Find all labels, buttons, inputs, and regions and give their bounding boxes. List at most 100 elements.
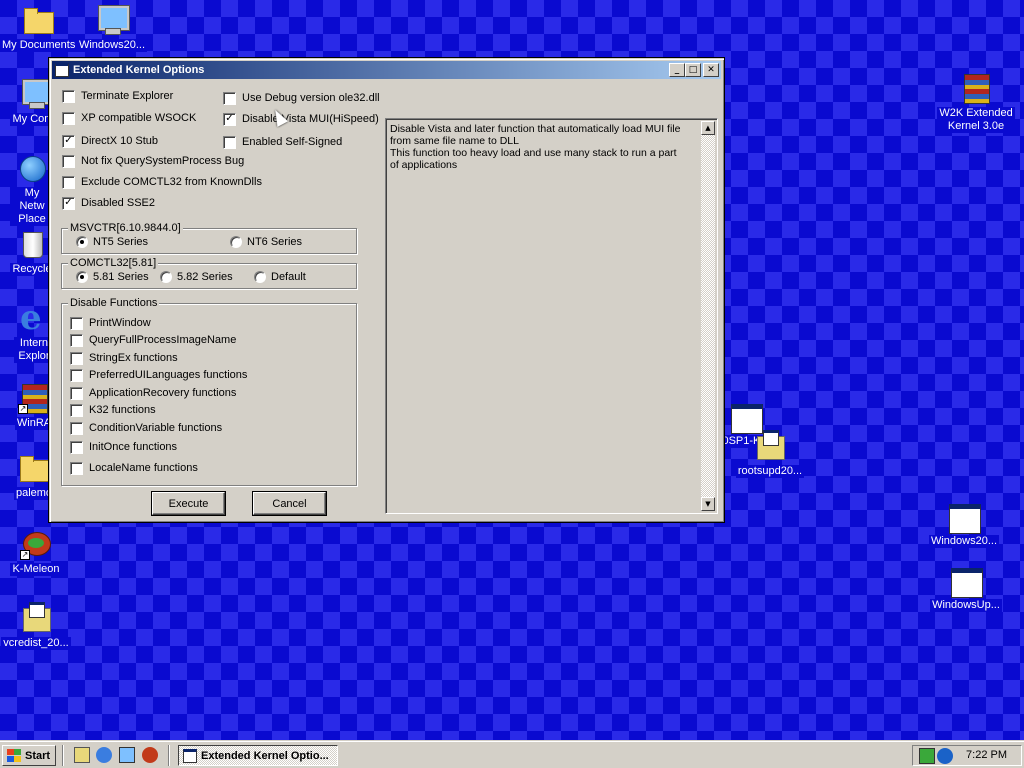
- cancel-button[interactable]: Cancel: [253, 492, 326, 515]
- desktop-icon-my-documents[interactable]: My Documents: [0, 4, 78, 52]
- installer-icon: [754, 430, 786, 462]
- checkbox-label: ApplicationRecovery functions: [89, 387, 237, 399]
- checkbox-disable-vista-mui[interactable]: ✓ Disable Vista MUI(HiSpeed): [223, 112, 379, 126]
- checkbox-k32-functions[interactable]: K32 functions: [70, 403, 156, 417]
- internet-explorer-quicklaunch-icon[interactable]: [96, 747, 112, 763]
- checkbox-not-fix-query[interactable]: Not fix QuerySystemProcess Bug: [62, 154, 244, 168]
- safely-remove-hardware-icon[interactable]: [919, 748, 935, 764]
- checkbox-printwindow[interactable]: PrintWindow: [70, 316, 151, 330]
- checkbox-applicationrecovery[interactable]: ApplicationRecovery functions: [70, 386, 236, 400]
- archive-icon: [960, 72, 992, 104]
- group-title: MSVCTR[6.10.9844.0]: [68, 221, 183, 235]
- desktop-icon-vcredist[interactable]: vcredist_20...: [0, 602, 74, 650]
- radio-label: 5.81 Series: [93, 271, 149, 283]
- desktop-icon-w2k-extended-kernel[interactable]: W2K Extended Kernel 3.0e: [936, 72, 1016, 133]
- desktop-icon-rootsupd[interactable]: rootsupd20...: [732, 430, 808, 478]
- checkbox-xp-wsock[interactable]: XP compatible WSOCK: [62, 111, 196, 125]
- checkbox-directx10-stub[interactable]: ✓ DirectX 10 Stub: [62, 134, 158, 148]
- checkbox-label: Exclude COMCTL32 from KnownDlls: [81, 176, 262, 188]
- desktop-icon-label: My Documents: [0, 39, 78, 52]
- checkbox-queryfullprocessimagename[interactable]: QueryFullProcessImageName: [70, 333, 236, 347]
- checkbox-box[interactable]: [70, 403, 83, 417]
- browser-quicklaunch-icon[interactable]: [142, 747, 158, 763]
- radio-nt5-series[interactable]: NT5 Series: [76, 235, 148, 249]
- checkbox-localename[interactable]: LocaleName functions: [70, 461, 198, 475]
- minimize-button[interactable]: _: [669, 63, 685, 77]
- checkbox-box[interactable]: [62, 89, 75, 103]
- checkbox-box[interactable]: [70, 440, 83, 454]
- execute-button[interactable]: Execute: [152, 492, 225, 515]
- checkbox-box[interactable]: [70, 316, 83, 330]
- checkbox-label: Disable Vista MUI(HiSpeed): [242, 113, 379, 125]
- checkbox-conditionvariable[interactable]: ConditionVariable functions: [70, 421, 222, 435]
- extended-kernel-options-window: Extended Kernel Options _ □ ✕ Terminate …: [48, 57, 725, 523]
- checkbox-box[interactable]: [70, 386, 83, 400]
- maximize-button[interactable]: □: [685, 63, 701, 77]
- description-memo[interactable]: Disable Vista and later function that au…: [385, 118, 718, 514]
- radio-default[interactable]: Default: [254, 270, 306, 284]
- checkbox-label: Use Debug version ole32.dll: [242, 92, 380, 104]
- radio-button[interactable]: [230, 236, 242, 248]
- checkbox-box-checked[interactable]: ✓: [223, 112, 236, 126]
- taskbar-separator: [168, 745, 170, 766]
- desktop-icon-windows20-b[interactable]: Windows20...: [926, 500, 1002, 548]
- checkbox-box[interactable]: [62, 175, 75, 189]
- checkbox-box[interactable]: [70, 461, 83, 475]
- desktop-icon-windows20-a[interactable]: Windows20...: [74, 4, 150, 52]
- radio-label: NT5 Series: [93, 236, 149, 248]
- title-bar[interactable]: Extended Kernel Options _ □ ✕: [52, 61, 721, 79]
- vertical-scrollbar[interactable]: ▲ ▼: [701, 121, 715, 511]
- close-button[interactable]: ✕: [703, 63, 719, 77]
- radio-button[interactable]: [160, 271, 172, 283]
- show-desktop-icon[interactable]: [74, 747, 90, 763]
- checkbox-box[interactable]: [62, 154, 75, 168]
- checkbox-label: Disabled SSE2: [81, 197, 155, 209]
- checkbox-box[interactable]: [62, 111, 75, 125]
- checkbox-box[interactable]: [223, 135, 236, 149]
- scroll-up-arrow-icon[interactable]: ▲: [701, 121, 715, 135]
- desktop-icon-label: rootsupd20...: [735, 465, 805, 478]
- desktop-icon-label: W2K Extended Kernel 3.0e: [937, 107, 1015, 133]
- checkbox-box[interactable]: [70, 351, 83, 365]
- k-meleon-icon: ↗: [20, 528, 52, 560]
- taskbar-button-extended-kernel[interactable]: Extended Kernel Optio...: [178, 745, 338, 766]
- scroll-down-arrow-icon[interactable]: ▼: [701, 497, 715, 511]
- checkbox-debug-ole32[interactable]: Use Debug version ole32.dll: [223, 91, 380, 105]
- checkbox-label: PreferredUILanguages functions: [89, 369, 248, 381]
- network-tray-icon[interactable]: [937, 748, 953, 764]
- checkbox-box-checked[interactable]: ✓: [62, 134, 75, 148]
- clock[interactable]: 7:22 PM: [966, 749, 1007, 761]
- radio-581-series[interactable]: 5.81 Series: [76, 270, 149, 284]
- checkbox-label: Terminate Explorer: [81, 90, 174, 102]
- radio-nt6-series[interactable]: NT6 Series: [230, 235, 302, 249]
- checkbox-stringex[interactable]: StringEx functions: [70, 351, 178, 365]
- radio-button-selected[interactable]: [76, 236, 88, 248]
- app-icon: [183, 748, 197, 763]
- checkbox-disabled-sse2[interactable]: ✓ Disabled SSE2: [62, 196, 155, 210]
- desktop-icon-windowsupdate[interactable]: WindowsUp...: [928, 564, 1004, 612]
- checkbox-label: ConditionVariable functions: [89, 422, 223, 434]
- radio-button-selected[interactable]: [76, 271, 88, 283]
- checkbox-enabled-self-signed[interactable]: Enabled Self-Signed: [223, 135, 342, 149]
- taskbar-separator: [62, 745, 64, 766]
- checkbox-box[interactable]: [70, 368, 83, 382]
- start-button[interactable]: Start: [2, 745, 56, 766]
- checkbox-box-checked[interactable]: ✓: [62, 196, 75, 210]
- executable-icon: [950, 564, 983, 598]
- network-quicklaunch-icon[interactable]: [119, 747, 135, 763]
- checkbox-terminate-explorer[interactable]: Terminate Explorer: [62, 89, 173, 103]
- checkbox-box[interactable]: [70, 333, 83, 347]
- folder-icon: [22, 4, 54, 36]
- desktop-icon-label: Windows20...: [928, 535, 1000, 548]
- windows-flag-icon: [6, 748, 22, 763]
- checkbox-box[interactable]: [70, 421, 83, 435]
- desktop-icon-label: Windows20...: [76, 39, 148, 52]
- radio-582-series[interactable]: 5.82 Series: [160, 270, 233, 284]
- checkbox-preferreduilanguages[interactable]: PreferredUILanguages functions: [70, 368, 247, 382]
- checkbox-initonce[interactable]: InitOnce functions: [70, 440, 177, 454]
- desktop-icon-k-meleon[interactable]: ↗ K-Meleon: [0, 528, 74, 576]
- checkbox-label: Enabled Self-Signed: [242, 136, 343, 148]
- radio-button[interactable]: [254, 271, 266, 283]
- checkbox-exclude-comctl32[interactable]: Exclude COMCTL32 from KnownDlls: [62, 175, 262, 189]
- checkbox-box[interactable]: [223, 91, 236, 105]
